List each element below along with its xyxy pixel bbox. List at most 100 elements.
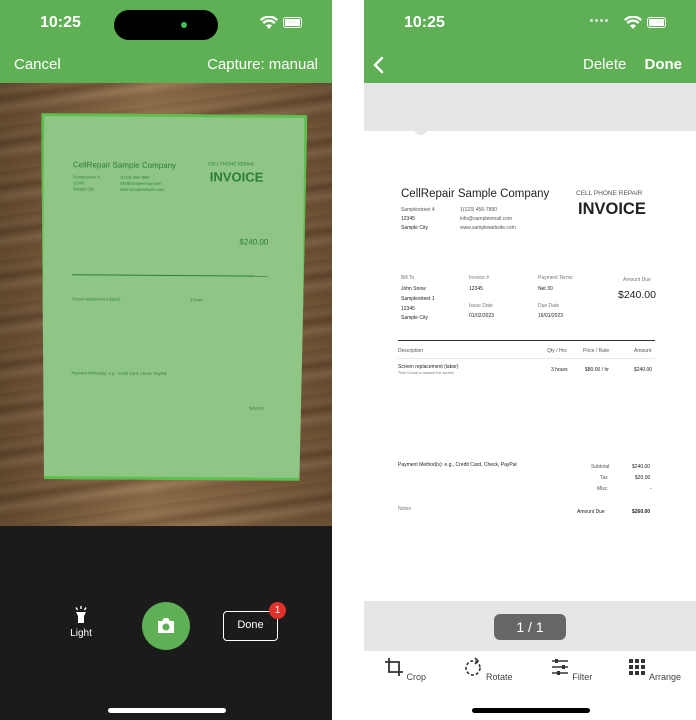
camera-screen: 10:25 Cancel Capture: manual CellRepair … xyxy=(0,0,332,720)
scan-total: $260.00 xyxy=(249,405,264,411)
amount-due: $240.00 xyxy=(618,289,656,301)
crop-tool[interactable]: Crop xyxy=(375,657,435,682)
cellular-icon xyxy=(590,19,608,22)
wifi-icon xyxy=(260,16,278,29)
misc-label: Misc. xyxy=(597,486,609,492)
col-price: Price / Rate xyxy=(583,348,610,354)
scan-address3: Sample City xyxy=(72,186,95,192)
light-label: Light xyxy=(70,628,92,639)
bill-to-address3: Sample City xyxy=(401,315,428,321)
done-button[interactable]: Done xyxy=(645,56,683,73)
status-bar: 10:25 xyxy=(0,0,332,48)
payment-terms: Net 30 xyxy=(538,286,553,292)
page-indicator-bar: 1 / 1 xyxy=(364,601,696,651)
total-amount: $260.00 xyxy=(632,509,651,515)
invoice-address1: Samplestreet 4 xyxy=(401,207,435,213)
tax-label: Tax xyxy=(600,475,608,481)
amount-due-label: Amount Due xyxy=(623,277,651,283)
scan-company: CellRepair Sample Company xyxy=(72,160,177,171)
invoice-doc-label: CELL PHONE REPAIR xyxy=(576,190,643,197)
bill-to-label: Bill To xyxy=(401,275,415,281)
page-header-strip xyxy=(364,83,696,131)
arrange-tool[interactable]: Arrange xyxy=(624,657,684,682)
invoice-doc-title: INVOICE xyxy=(578,200,646,218)
invoice-company: CellRepair Sample Company xyxy=(401,188,550,200)
scan-doc-label: CELL PHONE REPAIR xyxy=(207,161,254,167)
payment-methods: Payment Method(s): e.g., Credit Card, Ch… xyxy=(398,462,517,468)
issue-date: 01/02/2023 xyxy=(469,313,495,319)
detected-document-overlay: CellRepair Sample Company CELL PHONE REP… xyxy=(39,113,308,481)
bill-to-address2: 12345 xyxy=(401,306,415,312)
scanned-invoice-page[interactable]: CellRepair Sample Company CELL PHONE REP… xyxy=(364,127,696,601)
invoice-web: www.samplewebsite.com xyxy=(460,225,516,231)
status-bar: 10:25 xyxy=(364,0,696,48)
misc: - xyxy=(650,486,652,492)
scan-amount: $240.00 xyxy=(239,237,269,247)
notes-label: Notes xyxy=(398,506,412,512)
scan-phone: 1(123) 456-7890 xyxy=(119,174,150,180)
grid-icon xyxy=(628,659,645,675)
item-title: Screen replacement (labor) xyxy=(398,364,459,370)
item-amount: $240.00 xyxy=(634,367,653,373)
edit-tools: Crop Rotate Filter Arrange xyxy=(364,651,696,701)
invoice-email: info@sampleemail.com xyxy=(460,216,513,222)
camera-indicator-icon xyxy=(181,22,187,28)
rotate-tool[interactable]: Rotate xyxy=(458,657,518,682)
review-screen: 10:25 Delete Done CellRepair Sample Comp… xyxy=(364,0,696,720)
subtotal: $240.00 xyxy=(632,464,651,470)
scan-email: info@sampleemail.com xyxy=(119,180,162,186)
flashlight-icon xyxy=(74,606,88,624)
invoice-address3: Sample City xyxy=(401,225,428,231)
table-divider xyxy=(398,340,655,341)
status-time: 10:25 xyxy=(404,14,445,31)
due-date: 16/01/2023 xyxy=(538,313,564,319)
scan-web: www.samplewebsite.com xyxy=(119,186,165,192)
status-time: 10:25 xyxy=(40,14,81,31)
battery-icon xyxy=(647,17,666,28)
capture-mode-button[interactable]: Capture: manual xyxy=(207,56,318,73)
filter-label: Filter xyxy=(572,672,593,682)
invoice-address2: 12345 xyxy=(401,216,415,222)
home-indicator[interactable] xyxy=(472,708,590,713)
bill-to-name: John Snow xyxy=(401,286,426,292)
due-date-label: Due Date xyxy=(538,303,560,309)
tax: $20.00 xyxy=(635,475,651,481)
header-rule xyxy=(398,358,655,359)
battery-icon xyxy=(283,17,302,28)
filter-tool[interactable]: Filter xyxy=(541,657,601,682)
rotate-label: Rotate xyxy=(485,672,513,682)
light-toggle[interactable]: Light xyxy=(66,606,96,639)
filter-sliders-icon xyxy=(551,659,568,675)
scan-service: Screen replacement (labor) xyxy=(71,296,121,302)
scan-doc-title: INVOICE xyxy=(209,169,264,185)
back-chevron-icon[interactable] xyxy=(372,56,386,74)
wifi-icon xyxy=(624,16,642,29)
rotate-icon xyxy=(465,657,482,676)
total-label: Amount Due xyxy=(577,509,605,515)
cancel-button[interactable]: Cancel xyxy=(14,56,61,73)
subtotal-label: Subtotal xyxy=(591,464,610,470)
payment-terms-label: Payment Terms xyxy=(538,275,573,281)
item-price: $80.00 / hr xyxy=(585,367,609,373)
page-notch xyxy=(414,127,428,135)
col-description: Description xyxy=(398,348,424,354)
home-indicator[interactable] xyxy=(108,708,226,713)
camera-viewfinder[interactable]: CellRepair Sample Company CELL PHONE REP… xyxy=(0,83,332,526)
bill-to-address1: Samplestreet 1 xyxy=(401,296,435,302)
item-qty: 3 hours xyxy=(551,367,568,373)
issue-date-label: Issue Date xyxy=(469,303,493,309)
scan-payment: Payment Method(s): e.g., Credit Card, Ch… xyxy=(71,370,167,376)
shutter-button[interactable] xyxy=(142,602,190,650)
review-toolbar: Delete Done xyxy=(364,48,696,83)
page-counter: 1 / 1 xyxy=(494,614,566,640)
scan-hours: 3 hours xyxy=(189,297,204,303)
delete-button[interactable]: Delete xyxy=(583,56,626,73)
arrange-label: Arrange xyxy=(648,672,682,682)
camera-icon xyxy=(158,618,174,633)
col-qty: Qty / Hrs xyxy=(547,348,567,354)
capture-toolbar: Cancel Capture: manual xyxy=(0,48,332,83)
dynamic-island xyxy=(114,10,218,40)
invoice-number: 12345 xyxy=(469,286,483,292)
crop-icon xyxy=(384,658,403,676)
scan-address2: 12345 xyxy=(72,180,84,186)
